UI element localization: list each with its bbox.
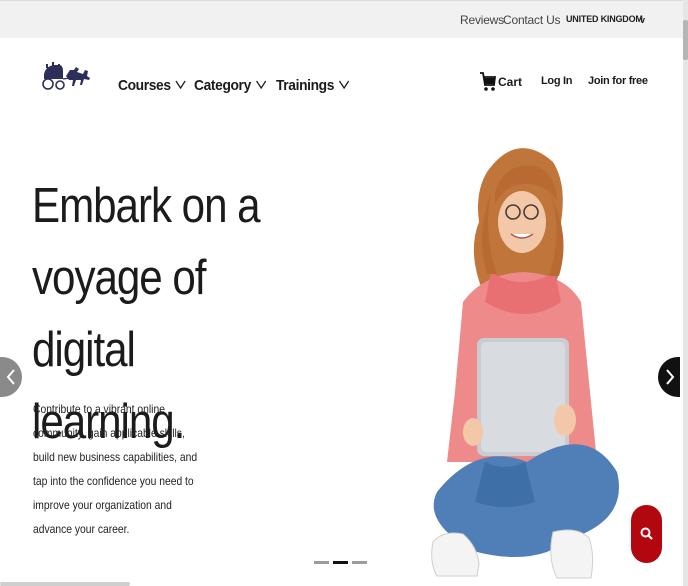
- login-link[interactable]: Log In: [541, 75, 573, 87]
- cart-button[interactable]: Cart: [480, 72, 522, 97]
- carousel-dot-1[interactable]: [314, 561, 329, 564]
- nav-category[interactable]: Category: [194, 76, 267, 94]
- nav-trainings[interactable]: Trainings: [276, 76, 350, 94]
- country-selector[interactable]: UNITED KINGDOM v: [566, 14, 645, 25]
- contact-us-link[interactable]: Contact Us: [503, 13, 561, 27]
- carousel-prev-button[interactable]: [0, 357, 22, 397]
- hero-image-woman-with-laptop: [425, 132, 625, 586]
- nav-trainings-label: Trainings: [276, 77, 335, 94]
- nav-courses[interactable]: Courses: [118, 76, 186, 94]
- nav-courses-label: Courses: [118, 77, 171, 94]
- hero-title-line: voyage of digital: [32, 251, 206, 377]
- nav-category-label: Category: [194, 77, 251, 94]
- carousel-dot-2[interactable]: [333, 561, 348, 564]
- join-for-free-link[interactable]: Join for free: [588, 75, 648, 87]
- search-icon: [640, 527, 653, 540]
- search-fab-button[interactable]: [631, 505, 662, 563]
- reviews-link[interactable]: Reviews: [460, 13, 504, 27]
- chevron-right-icon: [666, 369, 675, 385]
- chevron-down-icon: [255, 76, 267, 93]
- hero-subtitle: Contribute to a vibrant online community…: [33, 402, 198, 536]
- carousel-dot-3[interactable]: [352, 561, 367, 564]
- horizontal-scrollbar[interactable]: [0, 582, 130, 586]
- country-label: UNITED KINGDOM: [566, 14, 643, 24]
- scrollbar-thumb[interactable]: [683, 20, 688, 60]
- chevron-down-icon: [175, 76, 186, 93]
- hero-title-line: Embark on a: [32, 179, 261, 233]
- country-chevron-icon: v: [640, 15, 645, 25]
- cart-icon: [480, 72, 497, 96]
- chevron-left-icon: [6, 369, 15, 385]
- carousel-next-button[interactable]: [658, 357, 680, 397]
- cart-label: Cart: [498, 75, 523, 89]
- vertical-scrollbar[interactable]: [683, 0, 688, 586]
- top-utility-bar: Reviews Contact Us UNITED KINGDOM v: [0, 0, 683, 38]
- chevron-down-icon: [339, 76, 350, 93]
- horse-carriage-logo[interactable]: [40, 56, 94, 96]
